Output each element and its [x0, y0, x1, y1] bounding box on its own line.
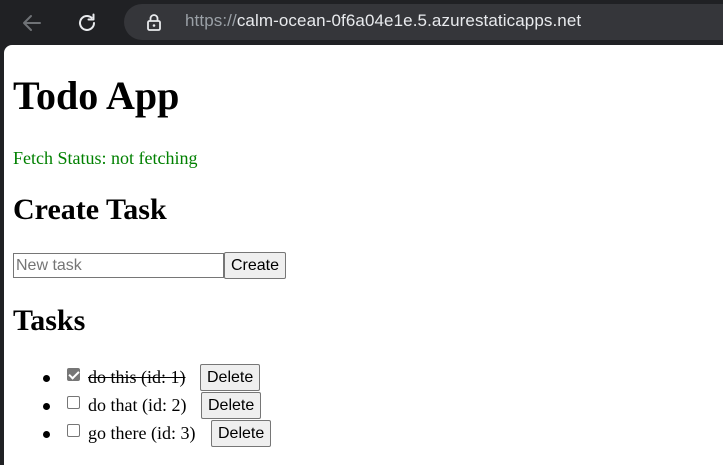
delete-button[interactable]: Delete — [200, 364, 261, 391]
task-checkbox[interactable] — [67, 396, 80, 409]
back-button[interactable] — [15, 6, 49, 40]
url-text: https://calm-ocean-0f6a04e1e.5.azurestat… — [185, 11, 581, 31]
task-checkbox[interactable] — [67, 368, 80, 381]
browser-toolbar: https://calm-ocean-0f6a04e1e.5.azurestat… — [0, 0, 723, 45]
tasks-heading: Tasks — [13, 304, 86, 337]
fetch-status: Fetch Status: not fetching — [13, 148, 198, 168]
page-viewport: Todo App Fetch Status: not fetching Crea… — [4, 45, 723, 465]
reload-button[interactable] — [70, 6, 104, 40]
create-task-heading: Create Task — [13, 193, 167, 226]
delete-button[interactable]: Delete — [201, 392, 262, 419]
arrow-left-icon — [23, 15, 41, 31]
delete-button[interactable]: Delete — [211, 420, 272, 447]
reload-icon — [79, 13, 95, 31]
task-checkbox[interactable] — [67, 424, 80, 437]
url-scheme: https:// — [185, 11, 237, 30]
create-task-form: Create — [13, 252, 287, 279]
address-bar[interactable]: https://calm-ocean-0f6a04e1e.5.azurestat… — [124, 4, 723, 40]
bullet-icon — [43, 375, 50, 382]
create-button[interactable]: Create — [224, 252, 287, 279]
page-title: Todo App — [13, 73, 180, 118]
task-text: do that (id: 2) — [88, 395, 187, 415]
task-text: do this (id: 1) — [88, 367, 186, 387]
new-task-input[interactable] — [13, 253, 224, 278]
lock-icon — [147, 14, 161, 31]
bullet-icon — [43, 403, 50, 410]
bullet-icon — [43, 431, 50, 438]
task-text: go there (id: 3) — [88, 423, 196, 443]
url-host: calm-ocean-0f6a04e1e.5.azurestaticapps.n… — [236, 11, 582, 30]
